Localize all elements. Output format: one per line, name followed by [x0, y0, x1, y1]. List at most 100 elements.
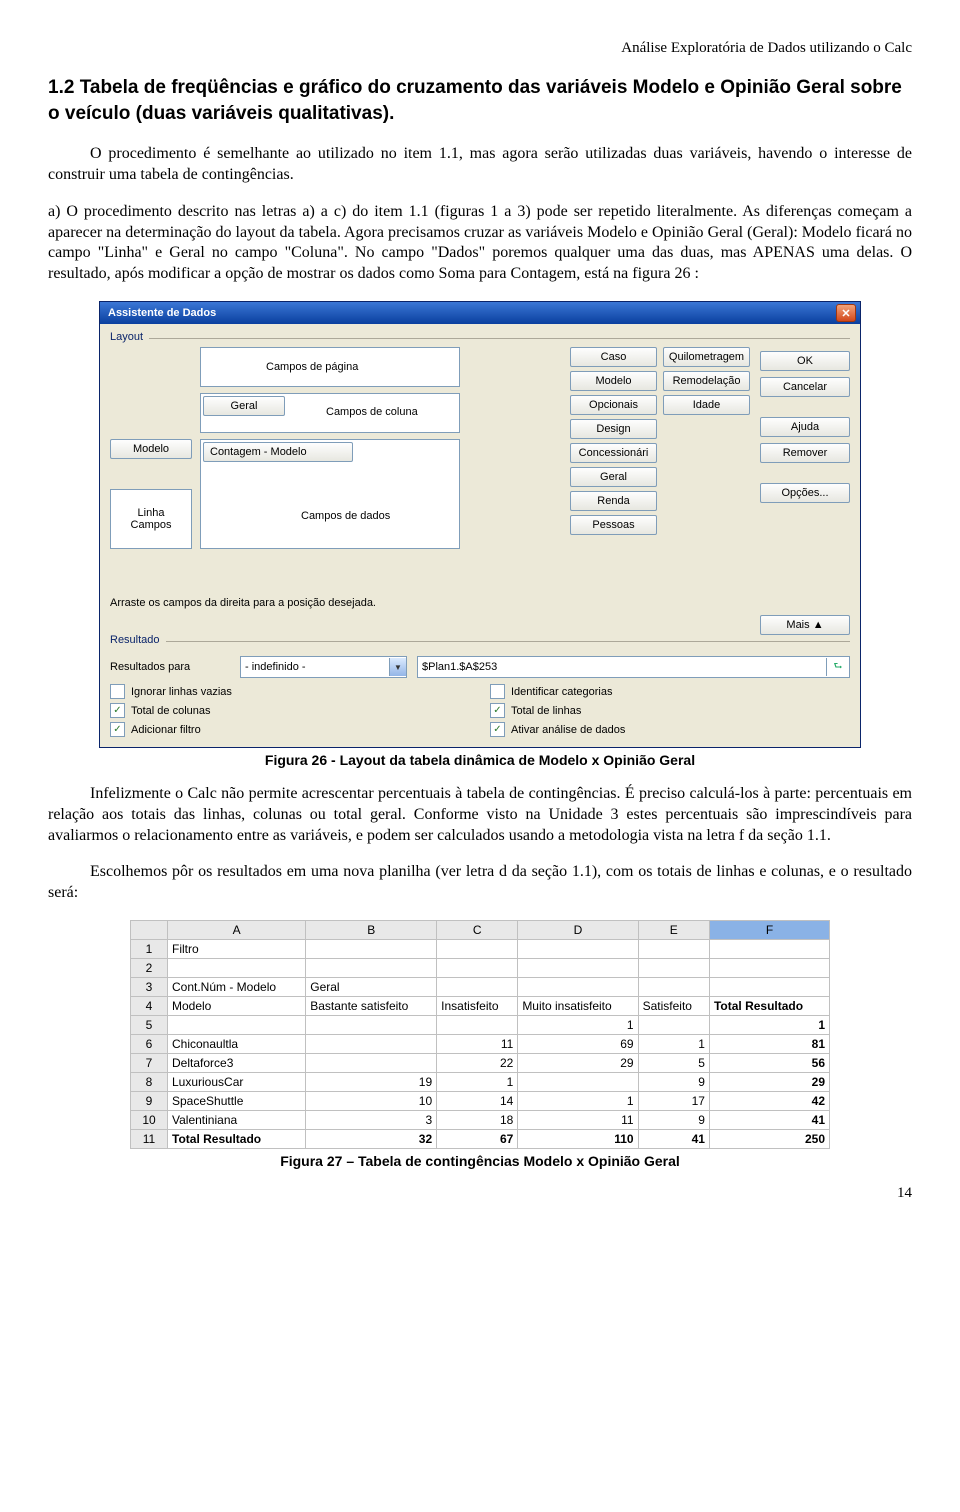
field-modelo[interactable]: Modelo: [110, 439, 192, 459]
cell[interactable]: 1: [518, 1092, 638, 1111]
cell[interactable]: [168, 1016, 306, 1035]
more-button[interactable]: Mais ▲: [760, 615, 850, 635]
checkbox-icon[interactable]: [110, 684, 125, 699]
cell[interactable]: Geral: [306, 978, 437, 997]
checkbox-icon[interactable]: ✓: [110, 703, 125, 718]
row-header[interactable]: 1: [131, 940, 168, 959]
cell[interactable]: [306, 1035, 437, 1054]
row-header[interactable]: 8: [131, 1073, 168, 1092]
cell[interactable]: 1: [437, 1073, 518, 1092]
cell[interactable]: 41: [709, 1111, 829, 1130]
column-header[interactable]: C: [437, 921, 518, 940]
cell[interactable]: 10: [306, 1092, 437, 1111]
available-field[interactable]: Caso: [570, 347, 657, 367]
available-field[interactable]: Modelo: [570, 371, 657, 391]
available-field[interactable]: Design: [570, 419, 657, 439]
cell[interactable]: 11: [437, 1035, 518, 1054]
shrink-reference-icon[interactable]: ⮑: [826, 658, 849, 676]
cell[interactable]: 81: [709, 1035, 829, 1054]
results-for-combo[interactable]: ▼: [240, 656, 407, 678]
zone-row-fields[interactable]: Linha Campos: [110, 489, 192, 549]
available-field[interactable]: Quilometragem: [663, 347, 750, 367]
cell[interactable]: [306, 1016, 437, 1035]
cell[interactable]: [518, 978, 638, 997]
cell[interactable]: [709, 978, 829, 997]
row-header[interactable]: 7: [131, 1054, 168, 1073]
cell[interactable]: 41: [638, 1130, 709, 1149]
cell[interactable]: 1: [518, 1016, 638, 1035]
available-field[interactable]: Pessoas: [570, 515, 657, 535]
cell[interactable]: Muito insatisfeito: [518, 997, 638, 1016]
help-button[interactable]: Ajuda: [760, 417, 850, 437]
output-reference[interactable]: ⮑: [417, 656, 850, 678]
cell[interactable]: 11: [518, 1111, 638, 1130]
cell[interactable]: 67: [437, 1130, 518, 1149]
cell[interactable]: [168, 959, 306, 978]
zone-data-fields[interactable]: Contagem - Modelo Campos de dados: [200, 439, 460, 549]
checkbox-icon[interactable]: ✓: [490, 722, 505, 737]
cell[interactable]: [709, 940, 829, 959]
row-header[interactable]: 4: [131, 997, 168, 1016]
row-header[interactable]: 10: [131, 1111, 168, 1130]
check-ignorar-linhas[interactable]: Ignorar linhas vazias: [110, 684, 470, 699]
available-field[interactable]: Renda: [570, 491, 657, 511]
cell[interactable]: Total Resultado: [709, 997, 829, 1016]
cell[interactable]: 5: [638, 1054, 709, 1073]
cell[interactable]: Modelo: [168, 997, 306, 1016]
chevron-down-icon[interactable]: ▼: [389, 658, 406, 676]
cell[interactable]: [638, 959, 709, 978]
cell[interactable]: LuxuriousCar: [168, 1073, 306, 1092]
cell[interactable]: [437, 1016, 518, 1035]
cell[interactable]: 42: [709, 1092, 829, 1111]
check-identificar-categorias[interactable]: Identificar categorias: [490, 684, 850, 699]
cell[interactable]: [518, 959, 638, 978]
cell[interactable]: 250: [709, 1130, 829, 1149]
cell[interactable]: [306, 940, 437, 959]
cell[interactable]: Filtro: [168, 940, 306, 959]
cell[interactable]: Insatisfeito: [437, 997, 518, 1016]
cell[interactable]: 56: [709, 1054, 829, 1073]
results-for-value[interactable]: [241, 658, 389, 676]
column-header[interactable]: A: [168, 921, 306, 940]
remove-button[interactable]: Remover: [760, 443, 850, 463]
check-ativar-analise[interactable]: ✓ Ativar análise de dados: [490, 722, 850, 737]
cell[interactable]: 69: [518, 1035, 638, 1054]
cell[interactable]: Chiconaultla: [168, 1035, 306, 1054]
cell[interactable]: [518, 940, 638, 959]
close-icon[interactable]: ✕: [836, 304, 856, 322]
available-field[interactable]: Opcionais: [570, 395, 657, 415]
cell[interactable]: [709, 959, 829, 978]
cell[interactable]: Deltaforce3: [168, 1054, 306, 1073]
row-header[interactable]: 11: [131, 1130, 168, 1149]
row-header[interactable]: 2: [131, 959, 168, 978]
available-field[interactable]: Remodelação: [663, 371, 750, 391]
cell[interactable]: [638, 940, 709, 959]
available-field[interactable]: Geral: [570, 467, 657, 487]
zone-page-fields[interactable]: Campos de página: [200, 347, 460, 387]
cell[interactable]: [306, 959, 437, 978]
cell[interactable]: [638, 978, 709, 997]
field-geral[interactable]: Geral: [203, 396, 285, 416]
row-header[interactable]: 9: [131, 1092, 168, 1111]
cell[interactable]: 9: [638, 1111, 709, 1130]
cell[interactable]: 110: [518, 1130, 638, 1149]
column-header[interactable]: B: [306, 921, 437, 940]
cell[interactable]: [518, 1073, 638, 1092]
available-field[interactable]: Concessionári: [570, 443, 657, 463]
row-header[interactable]: 6: [131, 1035, 168, 1054]
checkbox-icon[interactable]: [490, 684, 505, 699]
check-adicionar-filtro[interactable]: ✓ Adicionar filtro: [110, 722, 470, 737]
column-header[interactable]: D: [518, 921, 638, 940]
output-reference-input[interactable]: [418, 661, 826, 673]
cell[interactable]: Total Resultado: [168, 1130, 306, 1149]
checkbox-icon[interactable]: ✓: [490, 703, 505, 718]
zone-column-fields[interactable]: Geral Campos de coluna: [200, 393, 460, 433]
checkbox-icon[interactable]: ✓: [110, 722, 125, 737]
dialog-titlebar[interactable]: Assistente de Dados ✕: [100, 302, 860, 324]
column-header[interactable]: E: [638, 921, 709, 940]
available-field[interactable]: Idade: [663, 395, 750, 415]
cell[interactable]: 3: [306, 1111, 437, 1130]
cell[interactable]: 18: [437, 1111, 518, 1130]
cell[interactable]: [306, 1054, 437, 1073]
cell[interactable]: [437, 959, 518, 978]
